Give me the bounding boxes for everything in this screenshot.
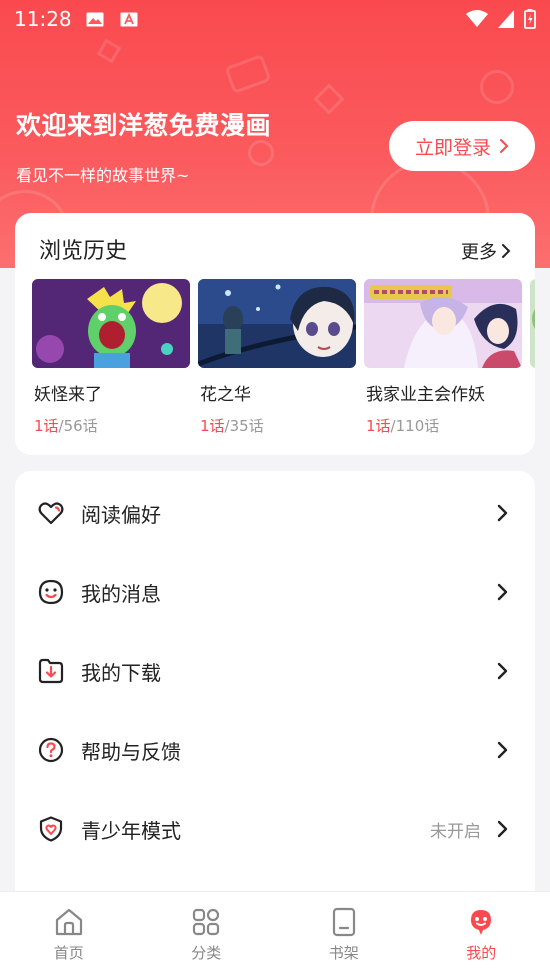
menu-label: 帮助与反馈 — [81, 739, 181, 764]
history-item[interactable] — [530, 279, 535, 436]
teen-mode-status: 未开启 — [430, 821, 481, 842]
history-item[interactable]: 妖怪来了 1话/56话 — [32, 279, 190, 436]
comic-total-chapters: 56话 — [63, 417, 98, 435]
signal-icon — [498, 10, 514, 28]
welcome-subtitle: 看见不一样的故事世界~ — [16, 166, 190, 185]
profile-icon — [471, 910, 492, 935]
menu-label: 我的下载 — [81, 660, 161, 685]
login-button-label: 立即登录 — [414, 136, 491, 159]
comic-total-chapters: 110话 — [395, 417, 440, 435]
home-icon — [55, 908, 82, 936]
menu-label: 我的消息 — [81, 581, 161, 606]
comic-progress: 1话/110话 — [364, 415, 522, 436]
history-card: 浏览历史 更多 妖怪来了 1话/56话 花之华 1话/35话 我家业主会作妖 1… — [15, 213, 535, 455]
history-item[interactable]: 花之华 1话/35话 — [198, 279, 356, 436]
shield-icon — [39, 816, 63, 842]
menu-item-my-downloads[interactable]: 我的下载 — [15, 631, 535, 711]
comic-cover[interactable] — [364, 279, 522, 368]
comic-current-chapter: 1话 — [200, 417, 225, 435]
welcome-title: 欢迎来到洋葱免费漫画 — [16, 111, 272, 140]
history-list: 妖怪来了 1话/56话 花之华 1话/35话 我家业主会作妖 1话/110话 — [32, 279, 535, 436]
history-more-link[interactable]: 更多 — [461, 238, 511, 264]
heart-icon — [38, 502, 64, 525]
bottom-tab-bar: 首页 分类 书架 我的 — [0, 891, 550, 977]
chevron-right-icon — [497, 583, 508, 601]
comic-cover[interactable] — [32, 279, 190, 368]
tab-label: 书架 — [328, 944, 359, 962]
history-more-label: 更多 — [461, 242, 497, 263]
comic-total-chapters: 35话 — [229, 417, 264, 435]
download-icon — [38, 658, 64, 684]
comic-title: 我家业主会作妖 — [366, 385, 485, 405]
comic-progress: 1话/56话 — [32, 415, 190, 436]
tab-bookshelf[interactable]: 书架 — [275, 892, 413, 977]
chevron-right-icon — [500, 139, 509, 153]
tab-label: 我的 — [466, 944, 497, 962]
bookshelf-icon — [332, 907, 355, 937]
category-icon — [193, 908, 220, 936]
comic-current-chapter: 1话 — [34, 417, 59, 435]
battery-icon — [524, 9, 536, 29]
comic-cover[interactable] — [198, 279, 356, 368]
menu-label: 青少年模式 — [81, 818, 181, 843]
tab-category[interactable]: 分类 — [138, 892, 276, 977]
image-icon — [86, 12, 104, 26]
decor-shape — [480, 70, 514, 104]
chevron-right-icon — [497, 741, 508, 759]
comic-current-chapter: 1话 — [366, 417, 391, 435]
tab-home[interactable]: 首页 — [0, 892, 138, 977]
status-time: 11:28 — [14, 7, 72, 31]
chevron-right-icon — [502, 244, 511, 258]
decor-shape — [224, 54, 272, 94]
decor-shape — [248, 140, 274, 166]
menu-item-teen-mode[interactable]: 青少年模式 未开启 — [15, 789, 535, 869]
menu-item-help-feedback[interactable]: 帮助与反馈 — [15, 710, 535, 790]
tab-label: 首页 — [53, 944, 84, 962]
a-notification-icon — [120, 12, 138, 26]
tab-label: 分类 — [191, 944, 222, 962]
smiley-message-icon — [38, 579, 64, 605]
decor-shape — [96, 38, 122, 64]
menu-card: 阅读偏好 我的消息 我的下载 帮助与反馈 青少年模式 未开启 — [15, 471, 535, 891]
decor-shape — [313, 83, 345, 115]
status-bar: 11:28 — [0, 0, 550, 38]
status-indicators — [466, 9, 536, 29]
chevron-right-icon — [497, 504, 508, 522]
comic-title: 花之华 — [200, 385, 251, 405]
tab-mine[interactable]: 我的 — [413, 892, 550, 977]
chevron-right-icon — [497, 662, 508, 680]
menu-item-my-messages[interactable]: 我的消息 — [15, 552, 535, 632]
chevron-right-icon — [497, 820, 508, 838]
menu-label: 阅读偏好 — [81, 502, 161, 527]
comic-progress: 1话/35话 — [198, 415, 356, 436]
help-icon — [38, 737, 64, 763]
login-button[interactable]: 立即登录 — [389, 121, 535, 171]
comic-title: 妖怪来了 — [34, 385, 102, 405]
wifi-icon — [466, 10, 488, 27]
history-title: 浏览历史 — [39, 239, 128, 264]
comic-cover[interactable] — [530, 279, 535, 368]
history-item[interactable]: 我家业主会作妖 1话/110话 — [364, 279, 522, 436]
menu-item-reading-preference[interactable]: 阅读偏好 — [15, 473, 535, 553]
